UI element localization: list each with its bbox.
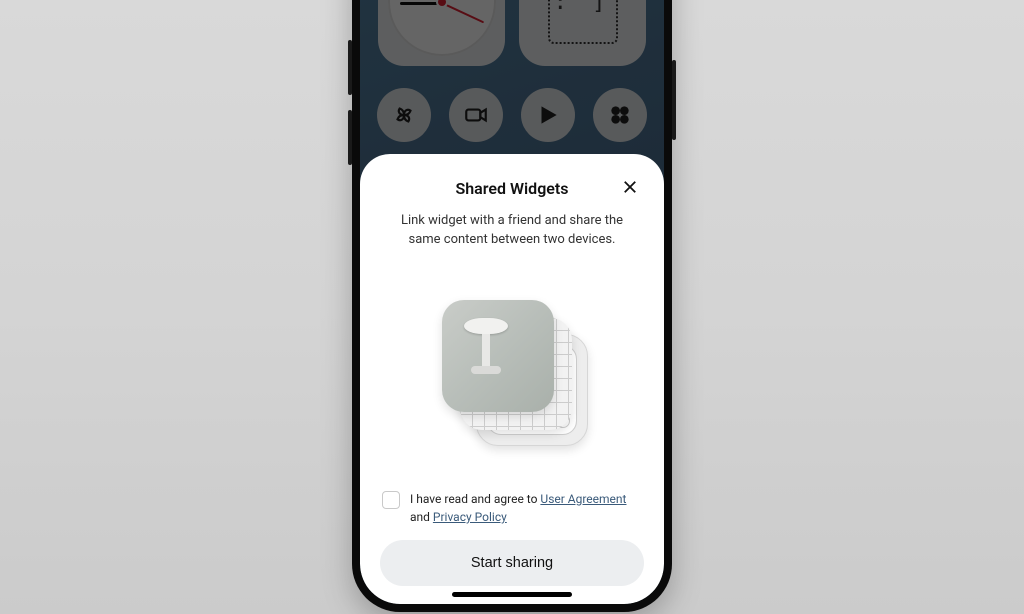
start-sharing-button[interactable]: Start sharing [380,540,644,586]
close-button[interactable] [618,176,642,200]
sheet-title: Shared Widgets [455,179,568,198]
agreement-row: I have read and agree to User Agreement … [382,490,642,526]
agreement-checkbox[interactable] [382,491,400,509]
illustration-card-photo [442,300,554,412]
agreement-prefix: I have read and agree to [410,492,540,506]
lamp-icon [464,318,508,374]
close-icon [621,178,639,199]
sheet-description: Link widget with a friend and share the … [380,212,644,250]
home-indicator[interactable] [452,592,572,597]
user-agreement-link[interactable]: User Agreement [540,492,626,506]
privacy-policy-link[interactable]: Privacy Policy [433,510,507,524]
sheet-header: Shared Widgets [380,174,644,202]
widget-stack-illustration [380,256,644,484]
agreement-and: and [410,510,433,524]
phone-frame: : ] Shared [352,0,672,612]
phone-screen: : ] Shared [360,0,664,604]
shared-widgets-sheet: Shared Widgets Link widget with a friend… [360,154,664,604]
agreement-text: I have read and agree to User Agreement … [410,490,642,526]
